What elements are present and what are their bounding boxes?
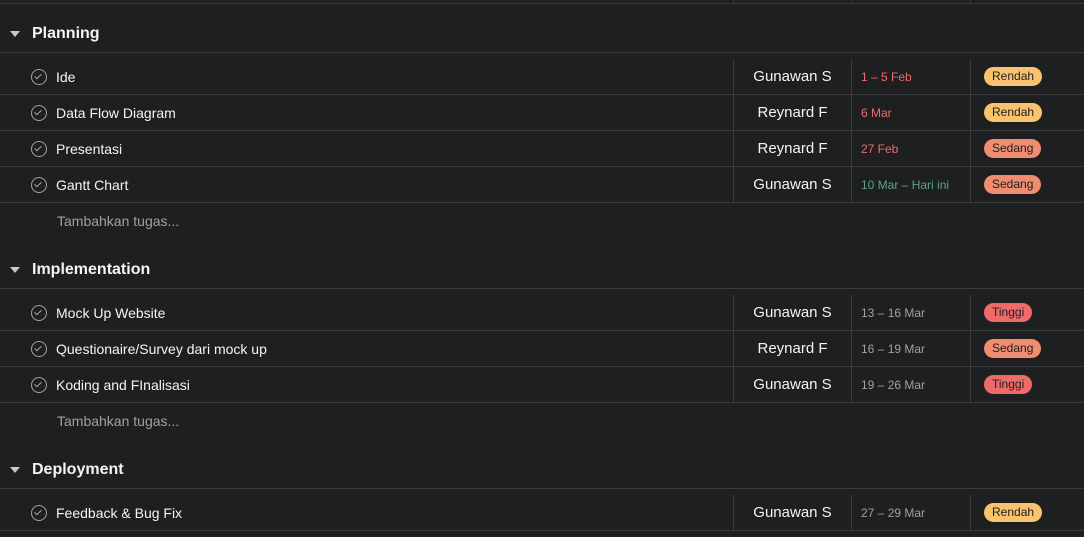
- add-task-input[interactable]: Tambahkan tugas...: [57, 413, 179, 429]
- task-name[interactable]: Questionaire/Survey dari mock up: [56, 341, 267, 357]
- priority-badge[interactable]: Rendah: [984, 103, 1043, 122]
- task-name[interactable]: Koding and FInalisasi: [56, 377, 190, 393]
- caret-down-icon[interactable]: [10, 267, 20, 273]
- section-title: Deployment: [32, 461, 124, 478]
- task-name[interactable]: Gantt Chart: [56, 177, 128, 193]
- top-divider: [0, 0, 1084, 4]
- task-row[interactable]: Data Flow Diagram Reynard F 6 Mar Rendah: [0, 95, 1084, 131]
- task-name[interactable]: Feedback & Bug Fix: [56, 505, 182, 521]
- complete-check-icon[interactable]: [31, 176, 47, 193]
- priority-badge[interactable]: Sedang: [984, 175, 1042, 194]
- due-date[interactable]: 27 – 29 Mar: [851, 495, 970, 530]
- complete-check-icon[interactable]: [31, 376, 47, 393]
- column-divider: [970, 0, 971, 3]
- section-title: Planning: [32, 25, 100, 42]
- add-task-input[interactable]: Tambahkan tugas...: [57, 213, 179, 229]
- assignee[interactable]: Reynard F: [733, 331, 851, 366]
- task-row[interactable]: Koding and FInalisasi Gunawan S 19 – 26 …: [0, 367, 1084, 403]
- column-divider: [851, 0, 852, 3]
- priority-badge[interactable]: Rendah: [984, 503, 1043, 522]
- complete-check-icon[interactable]: [31, 140, 47, 157]
- priority-badge[interactable]: Tinggi: [984, 375, 1033, 394]
- assignee[interactable]: Gunawan S: [733, 167, 851, 202]
- complete-check-icon[interactable]: [31, 68, 47, 85]
- assignee[interactable]: Reynard F: [733, 95, 851, 130]
- priority-badge[interactable]: Tinggi: [984, 303, 1033, 322]
- task-name[interactable]: Mock Up Website: [56, 305, 165, 321]
- due-date[interactable]: 27 Feb: [851, 131, 970, 166]
- task-row[interactable]: Feedback & Bug Fix Gunawan S 27 – 29 Mar…: [0, 495, 1084, 531]
- task-row[interactable]: Presentasi Reynard F 27 Feb Sedang: [0, 131, 1084, 167]
- section-header-planning[interactable]: Planning: [0, 16, 1084, 53]
- task-row[interactable]: Ide Gunawan S 1 – 5 Feb Rendah: [0, 59, 1084, 95]
- assignee[interactable]: Gunawan S: [733, 495, 851, 530]
- assignee[interactable]: Gunawan S: [733, 59, 851, 94]
- due-date[interactable]: 16 – 19 Mar: [851, 331, 970, 366]
- complete-check-icon[interactable]: [31, 340, 47, 357]
- task-name[interactable]: Data Flow Diagram: [56, 105, 176, 121]
- due-date[interactable]: 13 – 16 Mar: [851, 295, 970, 330]
- due-date[interactable]: 19 – 26 Mar: [851, 367, 970, 402]
- caret-down-icon[interactable]: [10, 31, 20, 37]
- priority-badge[interactable]: Rendah: [984, 67, 1043, 86]
- assignee[interactable]: Reynard F: [733, 131, 851, 166]
- task-row[interactable]: Gantt Chart Gunawan S 10 Mar – Hari ini …: [0, 167, 1084, 203]
- due-date[interactable]: 6 Mar: [851, 95, 970, 130]
- complete-check-icon[interactable]: [31, 104, 47, 121]
- priority-badge[interactable]: Sedang: [984, 339, 1042, 358]
- assignee[interactable]: Gunawan S: [733, 367, 851, 402]
- task-row[interactable]: Mock Up Website Gunawan S 13 – 16 Mar Ti…: [0, 295, 1084, 331]
- caret-down-icon[interactable]: [10, 467, 20, 473]
- due-date[interactable]: 1 – 5 Feb: [851, 59, 970, 94]
- task-name[interactable]: Ide: [56, 69, 75, 85]
- assignee[interactable]: Gunawan S: [733, 295, 851, 330]
- section-header-implementation[interactable]: Implementation: [0, 252, 1084, 289]
- column-divider: [733, 0, 734, 3]
- section-header-deployment[interactable]: Deployment: [0, 452, 1084, 489]
- task-row[interactable]: Questionaire/Survey dari mock up Reynard…: [0, 331, 1084, 367]
- complete-check-icon[interactable]: [31, 304, 47, 321]
- complete-check-icon[interactable]: [31, 504, 47, 521]
- task-name[interactable]: Presentasi: [56, 141, 122, 157]
- section-title: Implementation: [32, 261, 151, 278]
- due-date[interactable]: 10 Mar – Hari ini: [851, 167, 970, 202]
- priority-badge[interactable]: Sedang: [984, 139, 1042, 158]
